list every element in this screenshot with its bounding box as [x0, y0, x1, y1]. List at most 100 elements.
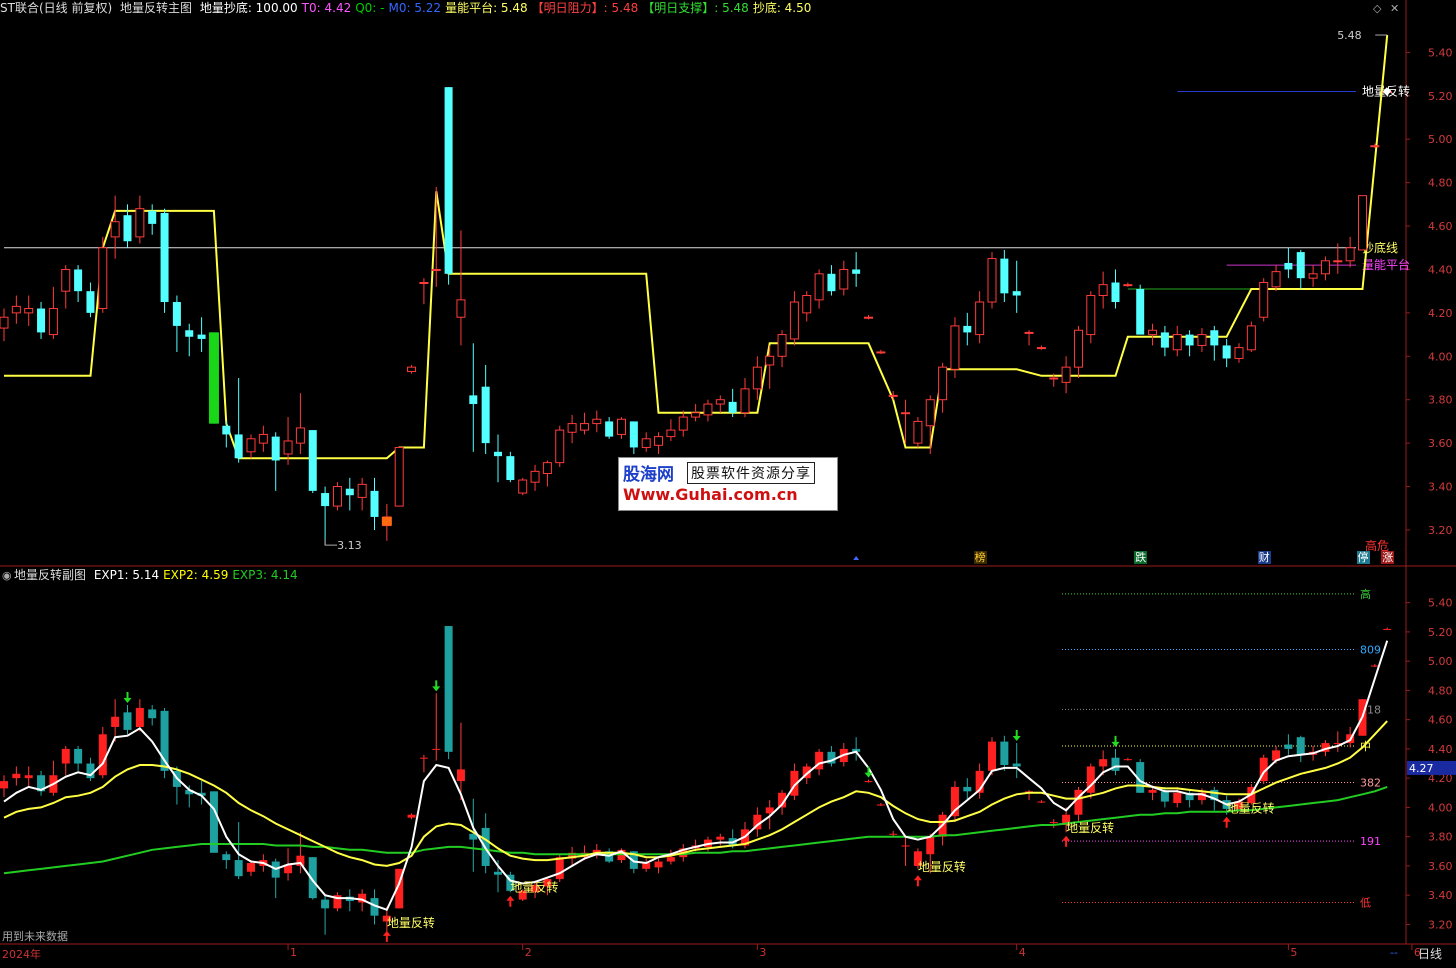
sub-indicator-name[interactable]: 地量反转副图: [14, 568, 86, 582]
main-body: [938, 366, 948, 401]
event-tag[interactable]: 跌: [1134, 551, 1148, 564]
main-candle: [938, 362, 948, 413]
main-y-tick-label: 3.40: [1428, 481, 1453, 494]
main-body: [1111, 282, 1120, 303]
main-candle: [839, 260, 849, 296]
close-icon[interactable]: ✕: [1390, 2, 1399, 15]
event-tag[interactable]: 财: [1257, 551, 1271, 564]
main-body: [370, 490, 379, 517]
main-candle: [24, 295, 34, 326]
signal-label: 地量反转: [1227, 801, 1275, 816]
fib-label: 382: [1360, 777, 1381, 790]
sub-body: [135, 707, 144, 727]
sub-candle: [345, 889, 354, 912]
sub-candle: [1333, 731, 1342, 752]
main-candle: [740, 378, 750, 418]
sub-body: [1370, 665, 1379, 667]
axis-dash[interactable]: --: [1390, 946, 1398, 959]
main-candle: [185, 323, 194, 357]
main-candle: [1308, 265, 1318, 287]
main-body: [542, 462, 552, 475]
main-body: [617, 418, 626, 435]
stock-title[interactable]: ST联合(日线 前复权): [0, 1, 112, 15]
main-candle: [518, 477, 528, 496]
main-body: [555, 429, 565, 464]
main-body: [110, 221, 120, 238]
collapse-icon[interactable]: ◉: [2, 569, 12, 582]
event-tag[interactable]: 涨: [1381, 551, 1395, 564]
main-candle: [0, 308, 9, 342]
main-candle: [48, 286, 58, 339]
low-marker: [324, 539, 338, 546]
main-body: [666, 429, 676, 438]
main-body: [357, 483, 367, 498]
main-body: [1271, 271, 1281, 288]
sub-body: [889, 833, 898, 835]
sub-body: [61, 748, 70, 764]
main-body: [1284, 262, 1293, 270]
main-candle: [1296, 249, 1305, 289]
sub-candle: [123, 705, 132, 735]
main-candle: [641, 432, 651, 452]
main-candle: [1136, 284, 1145, 335]
sub-candle: [1049, 819, 1058, 828]
period-tab[interactable]: 日线: [1418, 945, 1442, 962]
sub-candle: [1000, 735, 1009, 771]
main-candle: [357, 477, 367, 511]
x-axis-label: 5: [1290, 946, 1298, 959]
main-candle: [1210, 325, 1219, 361]
low-label: 3.13: [337, 539, 362, 552]
main-candle: [950, 317, 960, 378]
main-candle: [678, 410, 688, 437]
main-body: [864, 316, 873, 319]
main-candle: [469, 343, 478, 452]
sub-body: [123, 712, 132, 730]
sub-body: [1012, 763, 1021, 767]
main-candle: [542, 460, 552, 487]
sub-candle: [592, 843, 601, 859]
main-body: [530, 470, 540, 483]
sub-body: [1383, 628, 1392, 630]
sub-candle: [98, 726, 107, 779]
watermark-brand: 股海网: [623, 465, 674, 485]
main-candle: [1172, 325, 1182, 357]
main-body: [913, 420, 923, 444]
sub-candle: [1037, 800, 1046, 804]
current-value-label: 4.27: [1409, 762, 1434, 775]
exp1-line: [3, 640, 1389, 912]
main-body: [1172, 334, 1182, 351]
main-body: [234, 434, 243, 459]
sub-y-tick-label: 5.40: [1428, 597, 1453, 610]
main-y-tick-label: 4.80: [1428, 177, 1453, 190]
sub-y-tick-label: 3.20: [1428, 918, 1453, 931]
sub-body: [494, 871, 502, 875]
sub-y-tick-label: 4.60: [1428, 714, 1453, 727]
main-candle: [715, 395, 725, 413]
up-arrow-icon: [913, 875, 922, 887]
main-body: [901, 412, 911, 415]
main-indicator-name[interactable]: 地量反转主图: [120, 1, 192, 15]
main-body: [1136, 289, 1145, 335]
event-tag[interactable]: 榜: [973, 551, 987, 564]
main-candle: [37, 302, 46, 339]
diamond-icon[interactable]: ◇: [1373, 2, 1381, 15]
sub-body: [444, 626, 453, 752]
sub-candle: [24, 766, 33, 787]
main-body: [715, 399, 725, 405]
main-candle: [160, 208, 169, 313]
watermark-url: Www.Guhai.com.cn: [623, 485, 798, 504]
main-body: [1073, 329, 1083, 368]
main-candle: [1271, 265, 1281, 292]
main-candle: [925, 395, 935, 454]
main-body: [271, 436, 280, 461]
main-y-tick-label: 5.20: [1428, 90, 1453, 103]
main-body: [74, 269, 83, 292]
sub-candle: [86, 757, 95, 782]
main-candle: [617, 417, 626, 439]
event-tag[interactable]: 停: [1356, 551, 1370, 564]
sub-candle: [222, 851, 231, 869]
main-candle: [98, 236, 108, 313]
sub-body: [926, 836, 935, 855]
main-candle: [913, 417, 923, 448]
main-body: [1061, 366, 1071, 383]
